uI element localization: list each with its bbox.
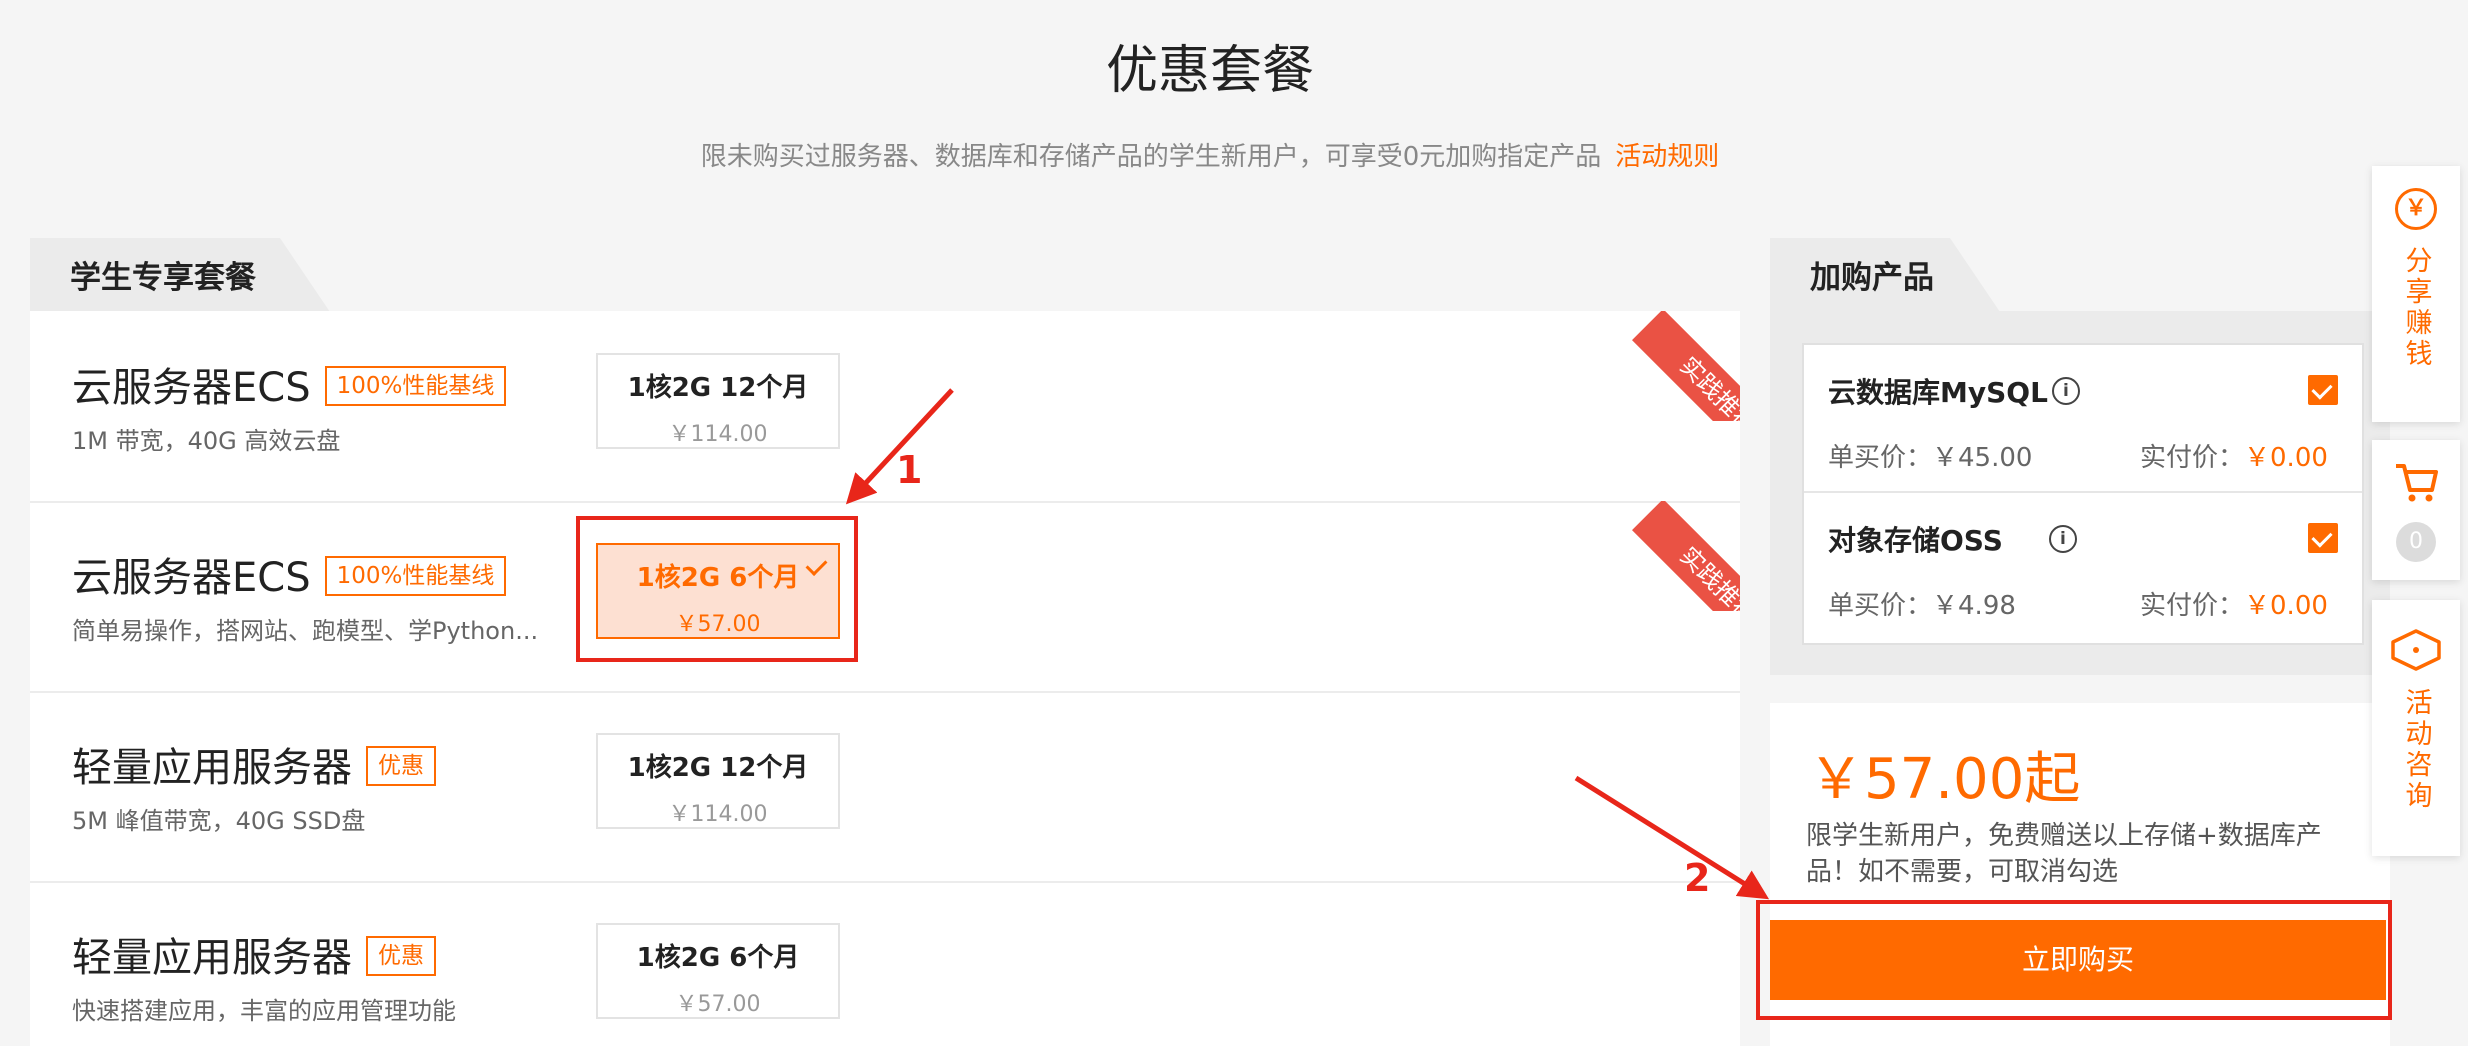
cart-icon bbox=[2396, 464, 2438, 502]
activity-consult-button[interactable]: 活动咨询 bbox=[2372, 600, 2460, 856]
arrow-1 bbox=[845, 388, 954, 505]
activity-consult-label: 活动咨询 bbox=[2400, 688, 2432, 812]
cart-button[interactable]: 0 bbox=[2372, 440, 2460, 580]
cart-count-badge: 0 bbox=[2396, 522, 2436, 562]
annotation-arrows bbox=[845, 388, 1770, 900]
share-earn-label: 分享赚钱 bbox=[2400, 246, 2432, 370]
chat-icon bbox=[2391, 629, 2441, 671]
yen-icon: ￥ bbox=[2395, 188, 2437, 230]
share-earn-button[interactable]: ￥ 分享赚钱 bbox=[2372, 166, 2460, 422]
arrow-2 bbox=[1574, 775, 1770, 900]
